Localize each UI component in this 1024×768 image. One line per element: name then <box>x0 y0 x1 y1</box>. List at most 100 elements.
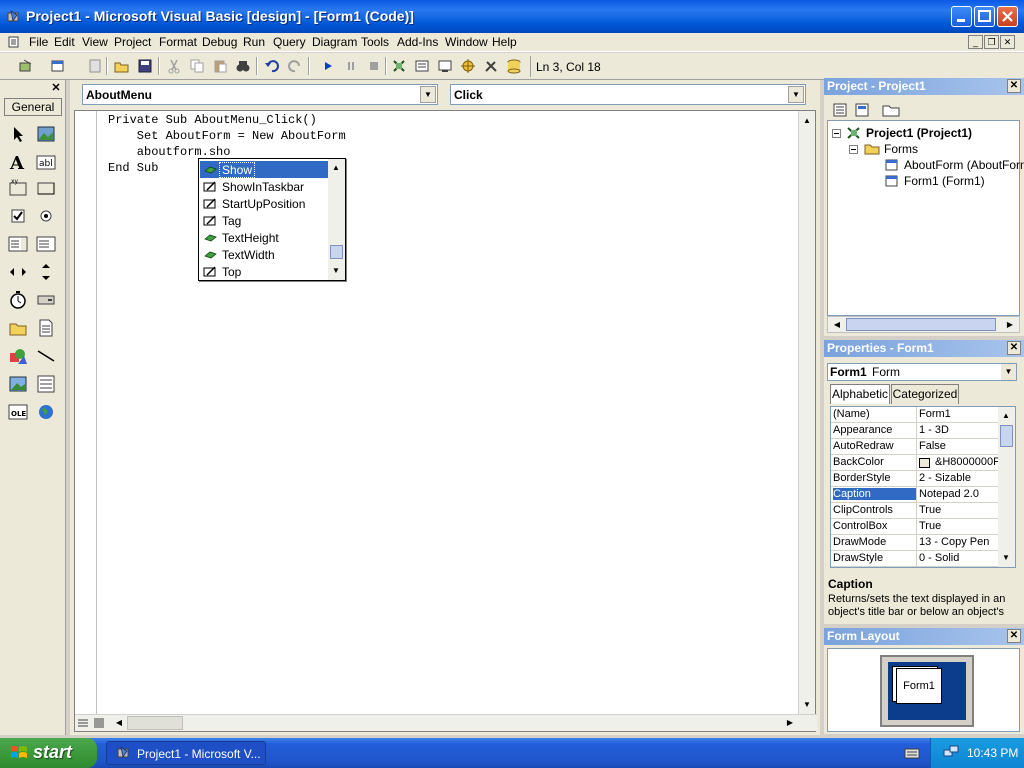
property-row[interactable]: (Name) Form1 <box>831 407 999 423</box>
commandbutton-tool-icon[interactable] <box>36 178 56 198</box>
tree-node-form1[interactable]: Form1 (Form1) <box>904 174 985 188</box>
property-row[interactable]: DrawStyle 0 - Solid <box>831 551 999 567</box>
mdi-minimize-button[interactable]: _ <box>968 35 983 49</box>
paste-icon[interactable] <box>212 58 228 74</box>
break-icon[interactable] <box>343 58 359 74</box>
toolbox-icon[interactable] <box>483 58 499 74</box>
end-icon[interactable] <box>366 58 382 74</box>
intellisense-scrollbar[interactable]: ▲ ▼ <box>328 159 345 280</box>
tree-node-aboutform[interactable]: AboutForm (AboutForm <box>904 158 1024 172</box>
drivelistbox-tool-icon[interactable] <box>36 290 56 310</box>
code-line[interactable]: aboutform.sho <box>108 145 231 159</box>
menu-project[interactable]: Project <box>114 35 151 49</box>
checkbox-tool-icon[interactable] <box>8 206 28 226</box>
toggle-folders-icon[interactable] <box>882 102 900 118</box>
menu-diagram[interactable]: Diagram <box>312 35 357 49</box>
clock[interactable]: 10:43 PM <box>967 746 1018 760</box>
code-line[interactable]: End Sub <box>108 161 158 175</box>
scroll-left-icon[interactable]: ◀ <box>829 317 845 333</box>
intellisense-list[interactable]: Show ShowInTaskbar StartUpPosition Tag T… <box>198 158 346 281</box>
hscrollbar-tool-icon[interactable] <box>8 262 28 282</box>
menu-tools[interactable]: Tools <box>361 35 389 49</box>
dirlistbox-tool-icon[interactable] <box>8 318 28 338</box>
object-selector[interactable]: Form1 Form ▼ <box>827 363 1017 381</box>
pointer-tool-icon[interactable] <box>8 124 28 144</box>
add-form-icon[interactable] <box>50 58 66 74</box>
image-tool-icon[interactable] <box>8 374 28 394</box>
keyboard-icon[interactable] <box>904 746 920 760</box>
scroll-thumb[interactable] <box>1000 425 1013 447</box>
intellisense-item[interactable]: TextHeight <box>200 229 328 246</box>
intellisense-item[interactable]: Top <box>200 263 328 280</box>
property-row-selected[interactable]: Caption Notepad 2.0 <box>831 487 999 503</box>
properties-window-icon[interactable] <box>414 58 430 74</box>
intellisense-item[interactable]: Show <box>200 161 328 178</box>
menu-format[interactable]: Format <box>159 35 197 49</box>
cut-icon[interactable] <box>166 58 182 74</box>
tab-categorized[interactable]: Categorized <box>891 384 959 404</box>
data-view-icon[interactable] <box>506 58 522 74</box>
horizontal-scrollbar[interactable]: ◀ ▶ <box>75 714 817 731</box>
project-tree[interactable]: Project1 (Project1) Forms AboutForm (Abo… <box>827 120 1024 316</box>
scroll-thumb[interactable] <box>330 245 343 259</box>
object-combo[interactable]: AboutMenu ▼ <box>82 84 438 105</box>
start-icon[interactable] <box>320 58 336 74</box>
full-module-view-icon[interactable] <box>93 717 105 729</box>
picturebox-tool-icon[interactable] <box>36 124 56 144</box>
property-row[interactable]: Appearance 1 - 3D <box>831 423 999 439</box>
view-code-icon[interactable] <box>832 102 848 118</box>
property-row[interactable]: ControlBox True <box>831 519 999 535</box>
network-icon[interactable] <box>943 744 959 760</box>
find-icon[interactable] <box>235 58 251 74</box>
mdi-restore-button[interactable]: ❐ <box>984 35 999 49</box>
taskbar-item-vb[interactable]: Project1 - Microsoft V... <box>106 741 266 765</box>
procedure-view-icon[interactable] <box>77 717 89 729</box>
globe-tool-icon[interactable] <box>36 402 56 422</box>
menu-add-ins[interactable]: Add-Ins <box>397 35 438 49</box>
project-explorer-icon[interactable] <box>391 58 407 74</box>
property-row[interactable]: BackColor &H8000000F <box>831 455 999 471</box>
vertical-scrollbar[interactable]: ▲ ▼ <box>998 407 1015 567</box>
intellisense-item[interactable]: TextWidth <box>200 246 328 263</box>
vb-app-icon[interactable] <box>7 10 21 24</box>
textbox-tool-icon[interactable]: abl <box>36 152 56 172</box>
open-folder-icon[interactable] <box>114 58 130 74</box>
object-browser-icon[interactable] <box>460 58 476 74</box>
scroll-down-icon[interactable]: ▼ <box>328 263 344 279</box>
scroll-left-icon[interactable]: ◀ <box>111 715 127 731</box>
filelistbox-tool-icon[interactable] <box>36 318 56 338</box>
vscrollbar-tool-icon[interactable] <box>36 262 56 282</box>
menu-run[interactable]: Run <box>243 35 265 49</box>
toolbox-close-button[interactable]: ✕ <box>49 82 63 95</box>
procedure-combo[interactable]: Click ▼ <box>450 84 806 105</box>
margin-indicator-bar[interactable] <box>75 111 97 715</box>
combobox-tool-icon[interactable] <box>8 234 28 254</box>
menu-help[interactable]: Help <box>492 35 517 49</box>
undo-icon[interactable] <box>264 58 280 74</box>
ole-tool-icon[interactable]: OLE <box>8 402 28 422</box>
add-project-icon[interactable] <box>18 58 34 74</box>
horizontal-scrollbar[interactable]: ◀ ▶ <box>827 316 1020 333</box>
menu-file[interactable]: File <box>29 35 48 49</box>
scroll-thumb[interactable] <box>127 716 183 730</box>
mdi-close-button[interactable]: ✕ <box>1000 35 1015 49</box>
save-icon[interactable] <box>137 58 153 74</box>
property-row[interactable]: BorderStyle 2 - Sizable <box>831 471 999 487</box>
property-row[interactable]: DrawMode 13 - Copy Pen <box>831 535 999 551</box>
chevron-down-icon[interactable]: ▼ <box>420 86 436 103</box>
close-icon[interactable]: ✕ <box>1007 341 1021 355</box>
redo-icon[interactable] <box>287 58 303 74</box>
intellisense-item[interactable]: ShowInTaskbar <box>200 178 328 195</box>
property-row[interactable]: AutoRedraw False <box>831 439 999 455</box>
form-layout-icon[interactable] <box>437 58 453 74</box>
collapse-icon[interactable] <box>832 129 841 138</box>
scroll-right-icon[interactable]: ▶ <box>1002 317 1018 333</box>
shape-tool-icon[interactable] <box>8 346 28 366</box>
line-tool-icon[interactable] <box>36 346 56 366</box>
scroll-right-icon[interactable]: ▶ <box>782 715 798 731</box>
tree-node-project[interactable]: Project1 (Project1) <box>866 126 972 140</box>
scroll-thumb[interactable] <box>846 318 996 331</box>
close-button[interactable] <box>997 6 1018 27</box>
code-line[interactable]: Private Sub AboutMenu_Click() <box>108 113 317 127</box>
scroll-up-icon[interactable]: ▲ <box>998 408 1014 424</box>
